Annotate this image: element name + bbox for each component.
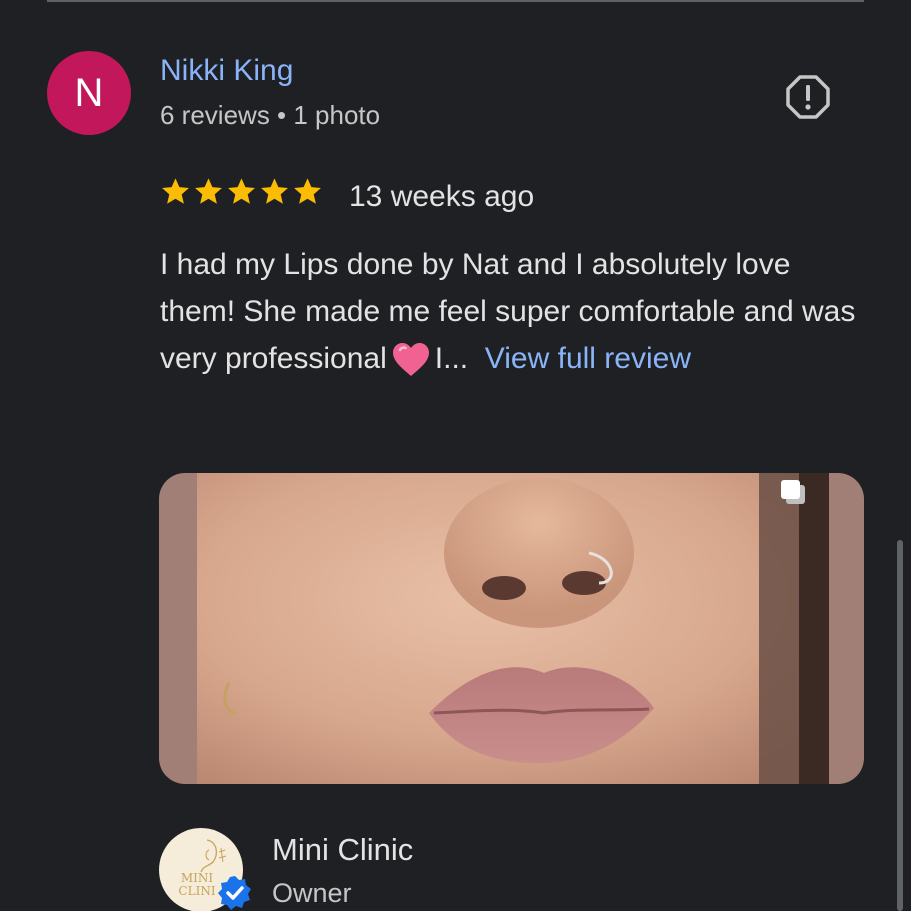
verified-badge-icon bbox=[218, 876, 251, 910]
star-icon bbox=[195, 178, 222, 204]
divider bbox=[47, 0, 864, 2]
review-time: 13 weeks ago bbox=[349, 180, 535, 213]
pink-heart-icon bbox=[392, 343, 429, 377]
review-text: I had my Lips done by Nat and I absolute… bbox=[160, 241, 870, 382]
star-icon bbox=[162, 178, 189, 204]
avatar-letter: N bbox=[74, 71, 104, 115]
review-card: N Nikki King 6 reviews • 1 photo 13 week… bbox=[0, 0, 911, 911]
review-photo[interactable] bbox=[159, 473, 864, 784]
reviewer-meta: 6 reviews • 1 photo bbox=[160, 100, 381, 130]
star-rating bbox=[160, 176, 323, 207]
multiple-photos-icon bbox=[781, 480, 805, 504]
star-icon bbox=[228, 178, 255, 204]
star-icon bbox=[261, 178, 288, 204]
owner-name[interactable]: Mini Clinic bbox=[272, 832, 413, 868]
view-full-review-link[interactable]: View full review bbox=[485, 342, 691, 375]
review-text-ellipsis: I... bbox=[434, 342, 469, 375]
star-icon bbox=[294, 178, 321, 204]
scrollbar[interactable] bbox=[897, 540, 903, 911]
report-flag-icon[interactable] bbox=[785, 74, 831, 120]
reviewer-avatar[interactable]: N bbox=[47, 51, 131, 135]
reviewer-name[interactable]: Nikki King bbox=[160, 54, 293, 88]
owner-role: Owner bbox=[272, 878, 352, 908]
